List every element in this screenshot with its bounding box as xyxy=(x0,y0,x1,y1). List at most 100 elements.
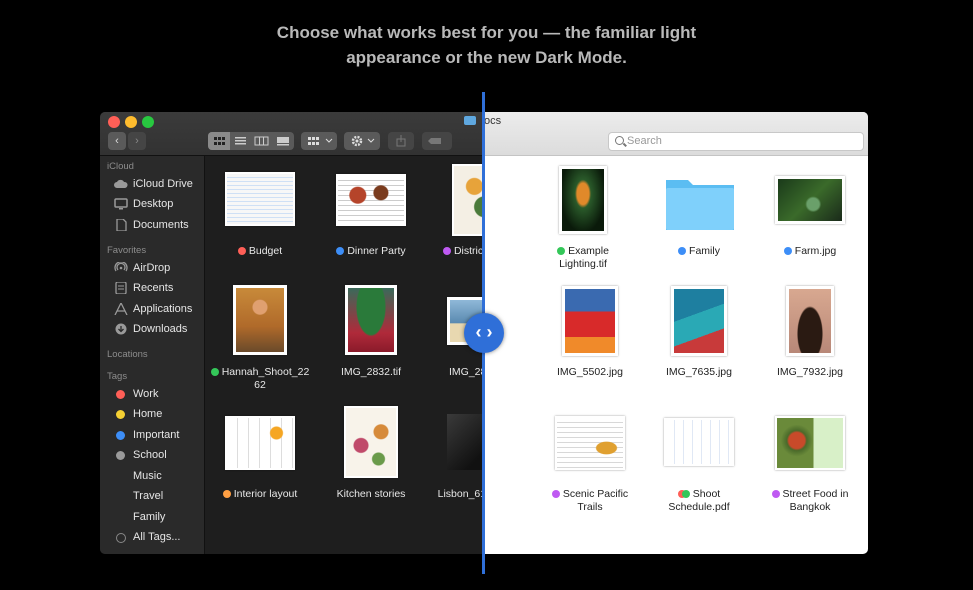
photo-thumbnail xyxy=(671,286,727,356)
file-name-line-1: Shoot xyxy=(692,488,721,500)
sidebar: iCloud iCloud Drive Desktop Documents Fa… xyxy=(100,156,205,554)
folder-icon xyxy=(666,180,734,230)
zoom-button[interactable] xyxy=(142,116,154,128)
view-mode-segmented-control xyxy=(208,132,294,150)
photo-thumbnail xyxy=(786,286,834,356)
tag-dot-icon xyxy=(336,247,345,255)
spreadsheet-thumbnail xyxy=(225,172,295,226)
sidebar-item-label: Documents xyxy=(133,219,189,231)
file-name-line-1: Hannah_Shoot_22 xyxy=(221,366,310,378)
clock-icon xyxy=(115,282,127,294)
chevron-left-icon: ‹ xyxy=(115,135,119,147)
file-name: Budget xyxy=(248,245,283,257)
document-thumbnail xyxy=(344,406,398,478)
file-name: Dinner Party xyxy=(347,245,406,257)
tag-dot-icon xyxy=(771,490,780,498)
file-name-line-2: Schedule.pdf xyxy=(668,500,730,513)
tag-dot-icon xyxy=(210,368,219,376)
tag-dot-icon xyxy=(678,247,687,255)
document-thumbnail xyxy=(225,416,295,470)
group-by-button[interactable] xyxy=(301,132,337,150)
sidebar-tag-label: Work xyxy=(133,388,159,400)
sidebar-item-label: AirDrop xyxy=(133,262,171,274)
sidebar-item-label: Recents xyxy=(133,282,174,294)
tag-dot-icon xyxy=(222,490,231,498)
tag-dot-icon xyxy=(557,247,566,255)
headline-line-1: Choose what works best for you — the fam… xyxy=(276,23,697,42)
tag-dot-icon xyxy=(116,533,126,543)
file-name-line-1: Street Food in xyxy=(782,488,849,500)
comparison-slider-handle[interactable]: ‹ › xyxy=(464,313,504,353)
photo-thumbnail xyxy=(559,166,607,234)
gallery-view-button[interactable] xyxy=(272,132,294,150)
file-name-line-2: Bangkok xyxy=(789,500,831,513)
airdrop-icon xyxy=(114,262,128,272)
photo-thumbnail xyxy=(562,286,618,356)
download-icon xyxy=(115,323,127,335)
back-button[interactable]: ‹ xyxy=(108,132,126,150)
file-name: Lisbon_61695.mov xyxy=(437,488,484,500)
sidebar-item-label: Downloads xyxy=(133,323,188,335)
document-thumbnail xyxy=(452,164,484,236)
tag-icon xyxy=(428,138,441,144)
tag-dot-icon xyxy=(116,390,125,399)
light-mode-pane: ocs Search Example Lighting.tif Family F… xyxy=(484,112,868,554)
photo-thumbnail xyxy=(345,285,397,355)
sidebar-tag-label: School xyxy=(133,449,167,461)
gallery-icon xyxy=(277,137,289,146)
chevron-right-icon: › xyxy=(486,322,493,342)
tag-dot-icon xyxy=(237,247,246,255)
list-view-button[interactable] xyxy=(230,132,251,150)
sidebar-heading-icloud: iCloud xyxy=(107,161,134,172)
search-placeholder: Search xyxy=(627,135,662,147)
dark-mode-pane: ‹ › iCloud iCloud Drive Desktop Document… xyxy=(100,112,484,554)
folder-icon xyxy=(464,116,476,125)
tag-dot-icon xyxy=(116,451,125,460)
tag-dot-icon xyxy=(783,247,792,255)
file-name: Family xyxy=(689,245,720,257)
file-name: IMG_7635.jpg xyxy=(666,366,732,378)
search-icon xyxy=(615,136,624,145)
applications-icon xyxy=(114,303,128,315)
sidebar-heading-tags: Tags xyxy=(107,371,128,382)
search-field[interactable]: Search xyxy=(608,132,864,151)
tag-dot-icon xyxy=(116,492,125,501)
share-button[interactable] xyxy=(388,132,414,150)
file-name-line-2: Lighting.tif xyxy=(559,257,607,270)
forward-button[interactable]: › xyxy=(128,132,146,150)
tag-dot-icon xyxy=(116,513,125,522)
headline-line-2: appearance or the new Dark Mode. xyxy=(346,48,627,67)
file-name-line-2: 62 xyxy=(254,378,266,391)
file-name-line-1: Example xyxy=(568,245,609,257)
tag-dot-icon xyxy=(116,410,125,419)
grid-icon xyxy=(214,137,225,145)
file-name-line-2: Trails xyxy=(577,500,603,513)
columns-icon xyxy=(254,136,269,146)
minimize-button[interactable] xyxy=(125,116,137,128)
cloud-icon xyxy=(114,179,128,188)
file-name: Interior layout xyxy=(233,488,298,500)
sidebar-heading-locations: Locations xyxy=(107,349,148,360)
close-button[interactable] xyxy=(108,116,120,128)
share-icon xyxy=(396,135,406,147)
file-name: IMG_2832.tif xyxy=(340,366,402,378)
file-name-line-1: Scenic Pacific xyxy=(562,488,629,500)
photo-thumbnail xyxy=(233,285,287,355)
file-name: Farm.jpg xyxy=(794,245,837,257)
window-title: ocs xyxy=(484,115,502,127)
edit-tags-button[interactable] xyxy=(422,132,452,150)
toolbar-light: ocs Search xyxy=(484,112,868,156)
list-icon xyxy=(235,137,246,145)
sidebar-heading-favorites: Favorites xyxy=(107,245,147,256)
sidebar-item-label: Applications xyxy=(133,303,193,315)
icon-view-button[interactable] xyxy=(208,132,230,150)
document-thumbnail xyxy=(336,174,406,226)
column-view-button[interactable] xyxy=(251,132,272,150)
chevron-right-icon: › xyxy=(135,135,139,147)
pdf-thumbnail xyxy=(664,418,734,466)
tag-dot-icon xyxy=(116,472,125,481)
action-menu-button[interactable] xyxy=(344,132,380,150)
video-thumbnail xyxy=(447,414,484,470)
file-name: IMG_2839.jpg xyxy=(449,366,484,378)
gear-icon xyxy=(351,135,375,147)
